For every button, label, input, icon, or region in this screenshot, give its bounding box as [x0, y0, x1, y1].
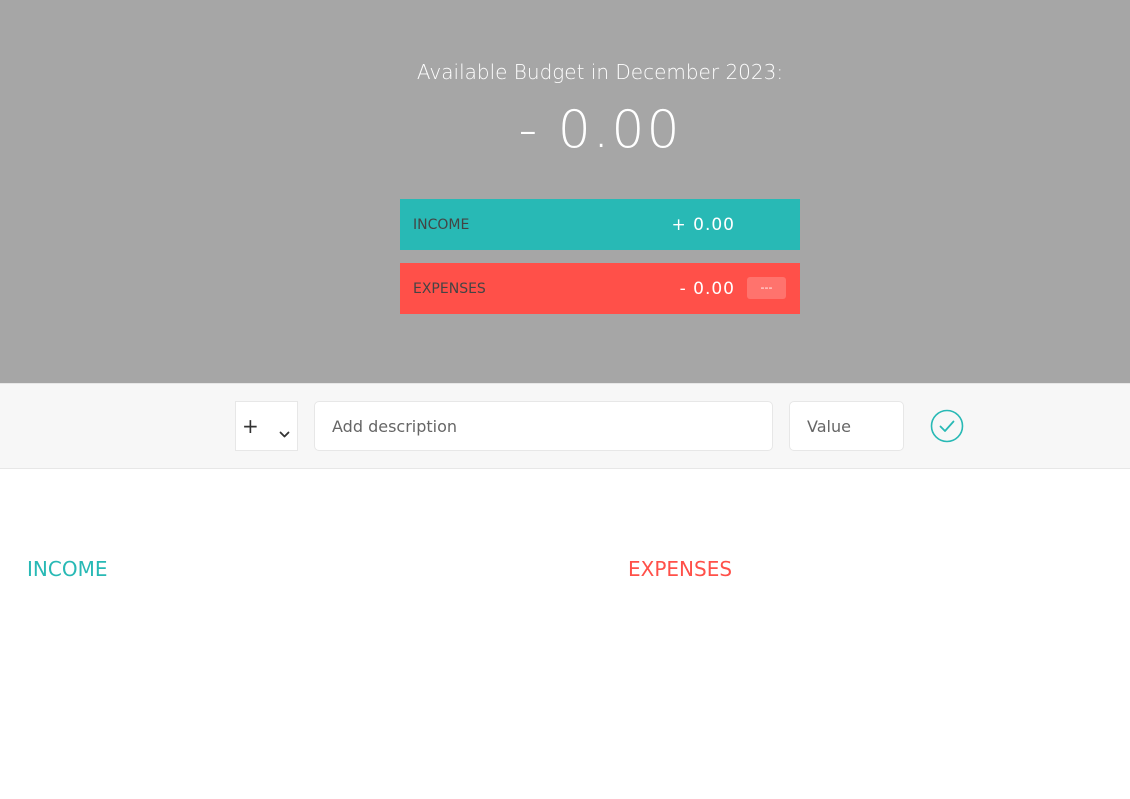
expenses-summary-value: - 0.00 [679, 278, 735, 299]
expenses-summary: EXPENSES - 0.00 --- [400, 263, 800, 314]
budget-value: - 0.00 [518, 100, 682, 160]
chevron-down-icon [279, 420, 290, 444]
type-select[interactable]: + [235, 401, 298, 451]
income-summary-value: + 0.00 [671, 214, 735, 235]
add-button[interactable] [930, 409, 964, 443]
expenses-summary-label: EXPENSES [413, 280, 486, 297]
budget-header: Available Budget in December 2023: - 0.0… [0, 0, 1130, 383]
type-select-value: + [242, 414, 259, 438]
income-summary-label: INCOME [413, 216, 470, 233]
checkmark-circle-icon [930, 409, 964, 446]
income-list-title: INCOME [27, 556, 108, 581]
budget-title: Available Budget in December 2023: [416, 60, 784, 84]
value-input[interactable] [789, 401, 904, 451]
expenses-percentage-badge: --- [747, 277, 786, 299]
income-summary: INCOME + 0.00 [400, 199, 800, 250]
add-item-bar: + [0, 383, 1130, 469]
expenses-list-title: EXPENSES [628, 556, 733, 581]
description-input[interactable] [314, 401, 773, 451]
